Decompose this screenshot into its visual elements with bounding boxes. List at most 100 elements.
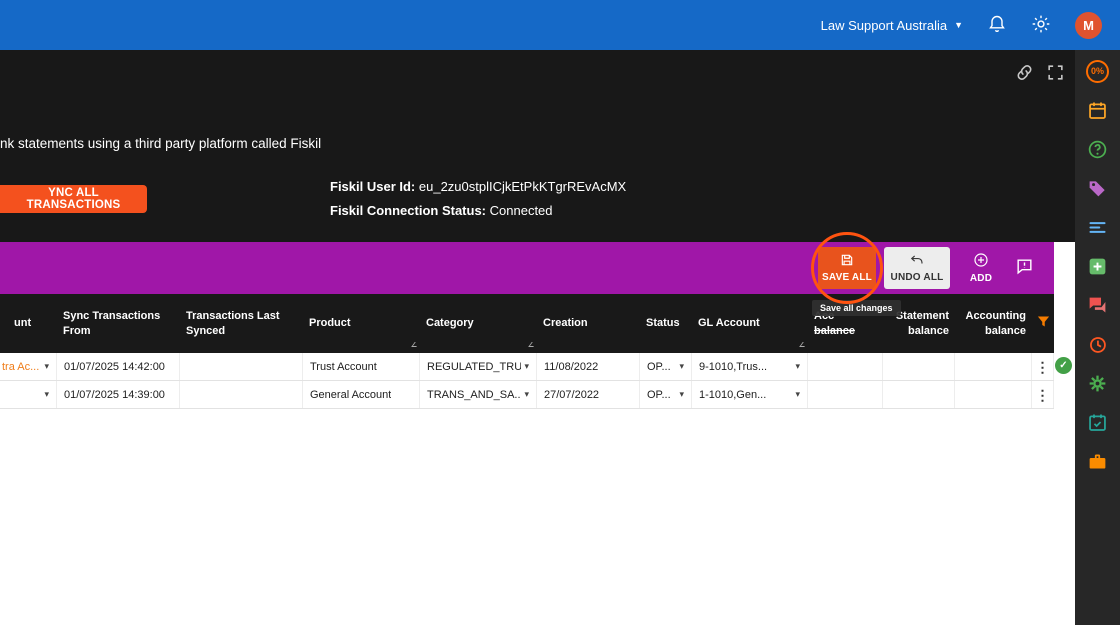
- chevron-down-icon[interactable]: ▾: [521, 361, 529, 372]
- feedback-button[interactable]: [1012, 257, 1036, 279]
- cell-acc-balance[interactable]: [808, 353, 883, 380]
- cell-creation[interactable]: 11/08/2022: [537, 353, 640, 380]
- chevron-down-icon[interactable]: ▾: [676, 389, 684, 400]
- list-lines-icon[interactable]: [1086, 215, 1110, 239]
- top-app-bar: Law Support Australia ▼ M: [0, 0, 1120, 50]
- column-resize-handle[interactable]: [799, 342, 808, 347]
- fullscreen-icon: [1046, 63, 1065, 85]
- cell-gl-account[interactable]: 9-1010,Trus... ▾: [692, 353, 808, 380]
- column-label: Status: [646, 317, 680, 330]
- calendar-icon[interactable]: [1086, 98, 1110, 122]
- cell-value: 01/07/2025 14:39:00: [64, 388, 165, 401]
- chat-icon[interactable]: [1086, 293, 1110, 317]
- fiskil-user-id-label: Fiskil User Id:: [330, 179, 416, 194]
- briefcase-icon[interactable]: [1086, 449, 1110, 473]
- column-header-sync-from[interactable]: Sync Transactions From: [57, 294, 180, 353]
- chevron-down-icon[interactable]: ▾: [41, 389, 49, 400]
- undo-all-button[interactable]: UNDO ALL: [884, 247, 950, 289]
- table-body: tra Ac... ▾ 01/07/2025 14:42:00 Trust Ac…: [0, 353, 1054, 409]
- column-label: Creation: [543, 317, 588, 330]
- filter-icon: [1036, 314, 1051, 333]
- cell-accounting-balance[interactable]: [955, 381, 1032, 408]
- fiskil-user-id-line: Fiskil User Id: eu_2zu0stplICjkEtPkKTgrR…: [330, 175, 626, 199]
- cell-last-synced[interactable]: [180, 381, 303, 408]
- column-header-status[interactable]: Status: [640, 294, 692, 353]
- cell-statement-balance[interactable]: [883, 353, 955, 380]
- progress-badge[interactable]: 0%: [1086, 59, 1110, 83]
- cell-account[interactable]: ▾: [0, 381, 57, 408]
- column-header-last-synced[interactable]: Transactions Last Synced: [180, 294, 303, 353]
- gear-icon[interactable]: [1086, 371, 1110, 395]
- save-all-label: SAVE ALL: [822, 272, 872, 283]
- cell-category[interactable]: REGULATED_TRU... ▾: [420, 353, 537, 380]
- grid-toolbar: SAVE ALL UNDO ALL ADD: [0, 232, 1054, 304]
- cell-value: General Account: [310, 388, 392, 401]
- chevron-down-icon[interactable]: ▾: [676, 361, 684, 372]
- notifications-button[interactable]: [987, 14, 1007, 37]
- cell-sync-from[interactable]: 01/07/2025 14:39:00: [57, 381, 180, 408]
- progress-percent: 0%: [1086, 59, 1109, 83]
- cell-account[interactable]: tra Ac... ▾: [0, 353, 57, 380]
- link-icon: [1015, 63, 1034, 85]
- cell-status[interactable]: OP... ▾: [640, 353, 692, 380]
- row-menu-button[interactable]: ⋮: [1032, 381, 1054, 408]
- fullscreen-button[interactable]: [1046, 63, 1065, 85]
- add-button[interactable]: ADD: [958, 247, 1004, 289]
- cell-product[interactable]: Trust Account: [303, 353, 420, 380]
- cell-value: 27/07/2022: [544, 388, 600, 401]
- column-header-accounting-balance[interactable]: Accounting balance: [955, 294, 1032, 353]
- chevron-down-icon[interactable]: ▾: [521, 389, 529, 400]
- column-header-creation[interactable]: Creation: [537, 294, 640, 353]
- cell-statement-balance[interactable]: [883, 381, 955, 408]
- save-icon: [840, 253, 854, 270]
- column-header-product[interactable]: Product: [303, 294, 420, 353]
- sync-all-transactions-button[interactable]: YNC ALL TRANSACTIONS: [0, 185, 147, 213]
- theme-toggle-button[interactable]: [1031, 14, 1051, 37]
- cell-gl-account[interactable]: 1-1010,Gen... ▾: [692, 381, 808, 408]
- fiskil-info: Fiskil User Id: eu_2zu0stplICjkEtPkKTgrR…: [330, 175, 626, 223]
- schedule-check-icon[interactable]: [1086, 410, 1110, 434]
- account-link[interactable]: tra Ac...: [2, 361, 39, 373]
- avatar-initial: M: [1083, 17, 1094, 33]
- column-header-account[interactable]: unt: [0, 294, 57, 353]
- add-square-icon[interactable]: [1086, 254, 1110, 278]
- column-resize-handle[interactable]: [411, 342, 420, 347]
- cell-value: REGULATED_TRU...: [427, 360, 522, 373]
- grid-filter-button[interactable]: [1032, 294, 1054, 353]
- column-header-gl-account[interactable]: GL Account: [692, 294, 808, 353]
- column-label: Transactions Last Synced: [186, 310, 280, 337]
- help-icon[interactable]: [1086, 137, 1110, 161]
- cell-status[interactable]: OP... ▾: [640, 381, 692, 408]
- fiskil-status-label: Fiskil Connection Status:: [330, 203, 487, 218]
- copy-link-button[interactable]: [1015, 63, 1034, 85]
- history-icon[interactable]: [1086, 332, 1110, 356]
- undo-icon: [910, 253, 924, 270]
- cell-acc-balance[interactable]: [808, 381, 883, 408]
- column-header-category[interactable]: Category: [420, 294, 537, 353]
- tag-icon[interactable]: [1086, 176, 1110, 200]
- cell-sync-from[interactable]: 01/07/2025 14:42:00: [57, 353, 180, 380]
- chevron-down-icon: ▼: [954, 19, 963, 30]
- cell-product[interactable]: General Account: [303, 381, 420, 408]
- save-all-button[interactable]: SAVE ALL: [811, 232, 883, 304]
- cell-creation[interactable]: 27/07/2022: [537, 381, 640, 408]
- column-label: Sync Transactions From: [63, 310, 161, 337]
- row-menu-button[interactable]: ⋮: [1032, 353, 1054, 380]
- table-row: ▾ 01/07/2025 14:39:00 General Account TR…: [0, 381, 1054, 409]
- column-label: Category: [426, 317, 474, 330]
- account-switcher[interactable]: Law Support Australia ▼: [821, 18, 963, 33]
- cell-accounting-balance[interactable]: [955, 353, 1032, 380]
- kebab-icon: ⋮: [1035, 386, 1050, 403]
- account-switcher-label: Law Support Australia: [820, 17, 948, 33]
- chevron-down-icon[interactable]: ▾: [792, 389, 800, 400]
- column-resize-handle[interactable]: [528, 342, 537, 347]
- cell-last-synced[interactable]: [180, 353, 303, 380]
- cell-category[interactable]: TRANS_AND_SA... ▾: [420, 381, 537, 408]
- avatar[interactable]: M: [1075, 11, 1102, 39]
- chevron-down-icon[interactable]: ▾: [41, 361, 49, 372]
- cell-value: TRANS_AND_SA...: [427, 388, 522, 401]
- cell-value: Trust Account: [310, 360, 377, 373]
- table-row: tra Ac... ▾ 01/07/2025 14:42:00 Trust Ac…: [0, 353, 1054, 381]
- chevron-down-icon[interactable]: ▾: [792, 361, 800, 372]
- cell-value: 11/08/2022: [544, 360, 599, 373]
